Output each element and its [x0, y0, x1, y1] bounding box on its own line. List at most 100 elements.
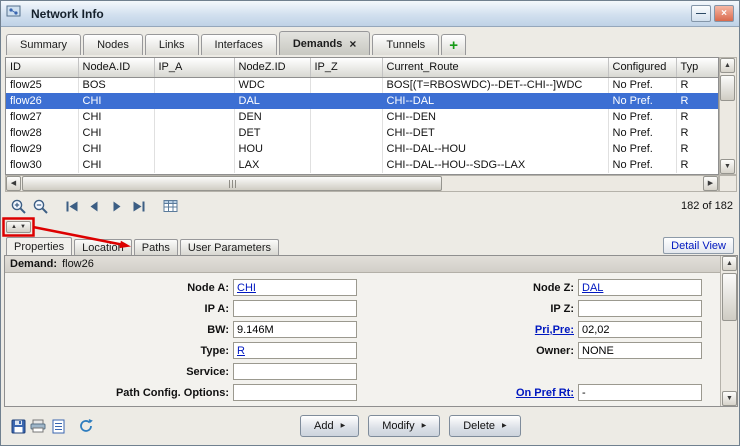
- zoom-in-button[interactable]: [7, 196, 29, 217]
- modify-button[interactable]: Modify▶: [368, 415, 440, 437]
- field-value[interactable]: R: [237, 345, 245, 357]
- tab-label: Tunnels: [386, 39, 425, 51]
- tab-tunnels[interactable]: Tunnels: [372, 34, 439, 55]
- panel-vertical-scrollbar[interactable]: ▲ ▼: [720, 256, 737, 406]
- scroll-up-button[interactable]: ▲: [720, 58, 735, 73]
- table-cell: [310, 141, 382, 157]
- detail-tab-bar: PropertiesLocationPathsUser Parameters De…: [6, 237, 734, 255]
- column-header-ip_z[interactable]: IP_Z: [310, 58, 382, 77]
- save-button[interactable]: [8, 416, 28, 436]
- table-cell: HOU: [234, 141, 310, 157]
- column-header-ip_a[interactable]: IP_A: [154, 58, 234, 77]
- field-label[interactable]: On Pref Rt:: [361, 387, 574, 399]
- table-cell: LAX: [234, 157, 310, 173]
- save-icon: [11, 419, 26, 434]
- form-row: Service:: [5, 361, 719, 382]
- column-header-nodez.id[interactable]: NodeZ.ID: [234, 58, 310, 77]
- tab-close-icon[interactable]: ×: [349, 37, 356, 51]
- previous-record-button[interactable]: [83, 196, 105, 217]
- field-value-box[interactable]: [233, 384, 357, 401]
- last-record-button[interactable]: [127, 196, 149, 217]
- field-value-box[interactable]: [578, 300, 702, 317]
- tab-links[interactable]: Links: [145, 34, 199, 55]
- table-vertical-scrollbar[interactable]: ▲ ▼: [719, 57, 737, 175]
- detail-tab-location[interactable]: Location: [74, 239, 132, 255]
- field-label[interactable]: Pri,Pre:: [361, 324, 574, 336]
- scroll-left-button[interactable]: ◀: [6, 176, 21, 191]
- table-cell: WDC: [234, 77, 310, 93]
- button-label: Add: [314, 420, 334, 432]
- vertical-scroll-thumb[interactable]: [720, 75, 735, 101]
- detail-tab-paths[interactable]: Paths: [134, 239, 178, 255]
- table-cell: R: [676, 77, 719, 93]
- table-horizontal-scrollbar[interactable]: ◀ ▶: [5, 175, 719, 192]
- field-value: 9.146M: [237, 324, 274, 336]
- field-label: IP Z:: [361, 303, 574, 315]
- scroll-right-button[interactable]: ▶: [703, 176, 718, 191]
- close-icon: ×: [721, 9, 727, 19]
- detail-tab-user-parameters[interactable]: User Parameters: [180, 239, 279, 255]
- report-table-button[interactable]: [159, 196, 181, 217]
- field-value-box[interactable]: 9.146M: [233, 321, 357, 338]
- field-value-box[interactable]: 02,02: [578, 321, 702, 338]
- table-cell: flow30: [6, 157, 78, 173]
- window-title: Network Info: [31, 7, 688, 21]
- detail-view-button[interactable]: Detail View: [663, 237, 734, 254]
- table-cell: [154, 157, 234, 173]
- table-row[interactable]: flow25BOSWDCBOS[(T=RBOSWDC)--DET--CHI--]…: [6, 77, 719, 93]
- tab-nodes[interactable]: Nodes: [83, 34, 143, 55]
- scroll-down-button[interactable]: ▼: [720, 159, 735, 174]
- detail-tab-properties[interactable]: Properties: [6, 237, 72, 255]
- column-header-nodea.id[interactable]: NodeA.ID: [78, 58, 154, 77]
- table-cell: CHI--DEN: [382, 109, 608, 125]
- report-button[interactable]: [48, 416, 68, 436]
- first-record-button[interactable]: [61, 196, 83, 217]
- panel-scroll-up-button[interactable]: ▲: [722, 256, 737, 271]
- tab-summary[interactable]: Summary: [6, 34, 81, 55]
- column-header-typ[interactable]: Typ: [676, 58, 719, 77]
- horizontal-scroll-thumb[interactable]: [22, 176, 442, 191]
- tab-demands[interactable]: Demands×: [279, 31, 371, 55]
- report-icon: [52, 419, 65, 434]
- table-cell: CHI: [78, 157, 154, 173]
- zoom-out-button[interactable]: [29, 196, 51, 217]
- table-row[interactable]: flow27CHIDENCHI--DENNo Pref.R: [6, 109, 719, 125]
- panel-scroll-thumb[interactable]: [722, 273, 737, 321]
- field-value-box[interactable]: R: [233, 342, 357, 359]
- pane-collapse-control[interactable]: ▲ ▼: [6, 221, 31, 233]
- field-value[interactable]: DAL: [582, 282, 603, 294]
- minimize-button[interactable]: —: [691, 5, 711, 22]
- table-row[interactable]: flow28CHIDETCHI--DETNo Pref.R: [6, 125, 719, 141]
- print-button[interactable]: [28, 416, 48, 436]
- table-cell: No Pref.: [608, 77, 676, 93]
- delete-button[interactable]: Delete▶: [449, 415, 520, 437]
- field-value[interactable]: CHI: [237, 282, 256, 294]
- column-header-configured[interactable]: Configured: [608, 58, 676, 77]
- close-button[interactable]: ×: [714, 5, 734, 22]
- field-value-box[interactable]: [233, 363, 357, 380]
- field-value-box[interactable]: DAL: [578, 279, 702, 296]
- titlebar[interactable]: Network Info — ×: [1, 1, 739, 27]
- table-cell: DET: [234, 125, 310, 141]
- add-tab-button[interactable]: +: [441, 34, 466, 55]
- button-label: Modify: [382, 420, 414, 432]
- field-value-box[interactable]: [233, 300, 357, 317]
- table-cell: flow28: [6, 125, 78, 141]
- table-row[interactable]: flow30CHILAXCHI--DAL--HOU--SDG--LAXNo Pr…: [6, 157, 719, 173]
- column-header-current_route[interactable]: Current_Route: [382, 58, 608, 77]
- last-record-icon: [131, 200, 146, 213]
- field-value-box[interactable]: -: [578, 384, 702, 401]
- refresh-button[interactable]: [76, 416, 96, 436]
- table-row[interactable]: flow29CHIHOUCHI--DAL--HOUNo Pref.R: [6, 141, 719, 157]
- tab-interfaces[interactable]: Interfaces: [201, 34, 277, 55]
- panel-scroll-down-button[interactable]: ▼: [722, 391, 737, 406]
- refresh-icon: [78, 418, 94, 434]
- table-cell: [310, 77, 382, 93]
- field-value-box[interactable]: CHI: [233, 279, 357, 296]
- table-row[interactable]: flow26CHIDALCHI--DALNo Pref.R: [6, 93, 719, 109]
- field-value-box[interactable]: NONE: [578, 342, 702, 359]
- table-cell: R: [676, 141, 719, 157]
- column-header-id[interactable]: ID: [6, 58, 78, 77]
- add-button[interactable]: Add▶: [300, 415, 359, 437]
- next-record-button[interactable]: [105, 196, 127, 217]
